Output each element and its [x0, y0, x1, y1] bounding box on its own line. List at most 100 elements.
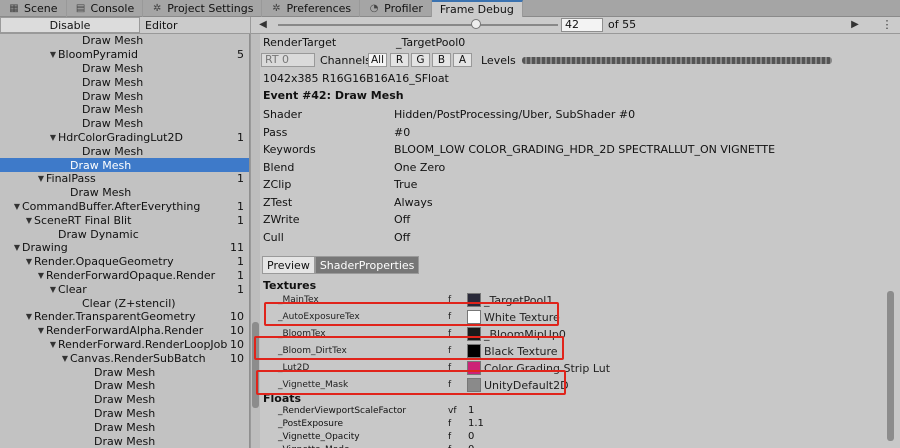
details-scrollbar[interactable]	[885, 283, 896, 448]
tree-item[interactable]: ▼ Render.TransparentGeometry 10	[0, 310, 249, 324]
texture-thumbnail[interactable]	[467, 361, 481, 375]
property-value: Off	[394, 230, 411, 244]
property-key: ZTest	[263, 195, 293, 209]
tree-item-label: CommandBuffer.AfterEverything	[22, 199, 201, 213]
tab-project-settings[interactable]: ✲ Project Settings	[143, 0, 263, 17]
tree-item[interactable]: Draw Mesh	[0, 420, 249, 434]
tree-item[interactable]: ▼ FinalPass 1	[0, 172, 249, 186]
event-count-label: of 55	[608, 18, 637, 31]
expand-arrow-icon[interactable]: ▼	[12, 243, 22, 252]
expand-arrow-icon[interactable]: ▼	[36, 271, 46, 280]
tree-item[interactable]: Draw Mesh	[0, 365, 249, 379]
tree-item[interactable]: Draw Mesh	[0, 186, 249, 200]
event-slider[interactable]	[278, 24, 558, 26]
tree-item[interactable]: ▼ Clear 1	[0, 282, 249, 296]
tab-shader-properties[interactable]: ShaderProperties	[314, 256, 420, 274]
property-row: ZClip True	[263, 176, 883, 194]
channel-b-button[interactable]: B	[432, 53, 451, 67]
tab-profiler[interactable]: ◔ Profiler	[360, 0, 432, 17]
tree-item[interactable]: Draw Mesh	[0, 61, 249, 76]
tree-item[interactable]: Draw Mesh	[0, 75, 249, 89]
tab-preview[interactable]: Preview	[262, 256, 315, 274]
property-value: Hidden/PostProcessing/Uber, SubShader #0	[394, 108, 636, 122]
tree-item[interactable]: Draw Mesh	[0, 434, 249, 448]
tab-frame-debug[interactable]: Frame Debug	[431, 0, 523, 17]
tree-item-label: RenderForward.RenderLoopJob	[58, 337, 228, 351]
details-scrollbar-thumb[interactable]	[887, 291, 894, 441]
tree-item[interactable]: Draw Mesh	[0, 103, 249, 117]
tab-preferences[interactable]: ✲ Preferences	[262, 0, 361, 17]
expand-arrow-icon[interactable]: ▼	[48, 285, 58, 294]
channel-a-button[interactable]: A	[453, 53, 472, 67]
previous-event-icon[interactable]: ◀	[256, 18, 270, 32]
tab-console[interactable]: ▤ Console	[67, 0, 144, 17]
tree-item[interactable]: ▼ RenderForward.RenderLoopJob 10	[0, 337, 249, 352]
tree-item[interactable]: ▼ RenderForwardAlpha.Render 10	[0, 324, 249, 338]
expand-arrow-icon[interactable]: ▼	[36, 326, 46, 335]
expand-arrow-icon[interactable]: ▼	[60, 354, 70, 363]
texture-name: _BloomTex	[278, 329, 326, 339]
texture-type: f	[448, 329, 452, 339]
tree-item[interactable]: ▼ Drawing 11	[0, 241, 249, 255]
texture-thumbnail[interactable]	[467, 310, 481, 324]
menu-icon[interactable]: ⋮	[880, 18, 894, 32]
property-value: BLOOM_LOW COLOR_GRADING_HDR_2D SPECTRALL…	[394, 143, 776, 157]
tree-item-label: Draw Mesh	[82, 89, 144, 103]
tree-item[interactable]: Draw Mesh	[0, 34, 249, 48]
float-value: 0	[468, 444, 474, 448]
tree-item[interactable]: ▼ SceneRT Final Blit 1	[0, 213, 249, 227]
tree-item[interactable]: Draw Mesh	[0, 407, 249, 421]
texture-thumbnail[interactable]	[467, 378, 481, 392]
tree-item[interactable]: Draw Mesh	[0, 158, 249, 172]
tree-item-label: Render.TransparentGeometry	[34, 310, 196, 324]
rt-select-dropdown[interactable]: RT 0	[261, 53, 315, 67]
expand-arrow-icon[interactable]: ▼	[24, 216, 34, 225]
channel-all-button[interactable]: All	[368, 53, 387, 67]
tree-item[interactable]: ▼ Render.OpaqueGeometry 1	[0, 255, 249, 269]
textures-header: Textures	[263, 279, 317, 292]
target-dropdown[interactable]: Editor	[145, 17, 248, 33]
expand-arrow-icon[interactable]: ▼	[24, 312, 34, 321]
levels-slider[interactable]	[522, 57, 832, 64]
tree-item[interactable]: Clear (Z+stencil)	[0, 296, 249, 310]
expand-arrow-icon[interactable]: ▼	[24, 257, 34, 266]
tab-label: Frame Debug	[439, 3, 514, 16]
tree-item[interactable]: ▼ HdrColorGradingLut2D 1	[0, 131, 249, 145]
tree-item[interactable]: ▼ BloomPyramid 5	[0, 48, 249, 62]
channel-r-button[interactable]: R	[390, 53, 409, 67]
event-index-field[interactable]: 42	[561, 18, 603, 32]
next-event-icon[interactable]: ▶	[848, 18, 862, 32]
disable-button[interactable]: Disable	[0, 17, 140, 33]
tree-scrollbar[interactable]	[250, 34, 260, 448]
texture-thumbnail[interactable]	[467, 344, 481, 358]
tree-item-count: 5	[237, 48, 244, 62]
tree-item-label: Draw Mesh	[94, 365, 156, 379]
toolbar: Disable Editor ◀ 42 of 55 ▶ ⋮	[0, 17, 900, 34]
texture-thumbnail[interactable]	[467, 293, 481, 307]
channel-g-button[interactable]: G	[411, 53, 430, 67]
expand-arrow-icon[interactable]: ▼	[48, 133, 58, 142]
texture-thumbnail[interactable]	[467, 327, 481, 341]
expand-arrow-icon[interactable]: ▼	[36, 174, 46, 183]
tree-item[interactable]: ▼ Canvas.RenderSubBatch 10	[0, 351, 249, 365]
tree-item[interactable]: Draw Dynamic	[0, 227, 249, 241]
tree-item[interactable]: ▼ CommandBuffer.AfterEverything 1	[0, 199, 249, 214]
tree-item[interactable]: Draw Mesh	[0, 89, 249, 103]
tree-item[interactable]: Draw Mesh	[0, 379, 249, 393]
tree-item-label: Draw Mesh	[82, 61, 144, 75]
expand-arrow-icon[interactable]: ▼	[12, 202, 22, 211]
tab-scene[interactable]: ▦ Scene	[0, 0, 67, 17]
render-target-value: _TargetPool0	[396, 36, 466, 49]
expand-arrow-icon[interactable]: ▼	[48, 50, 58, 59]
frame-debugger-window: ▦ Scene ▤ Console ✲ Project Settings ✲ Preferen…	[0, 0, 900, 448]
tree-scrollbar-thumb[interactable]	[252, 322, 259, 408]
tree-item[interactable]: ▼ RenderForwardOpaque.Render 1	[0, 269, 249, 283]
tree-item[interactable]: Draw Mesh	[0, 117, 249, 131]
texture-name: _Bloom_DirtTex	[278, 346, 347, 356]
tree-item[interactable]: Draw Mesh	[0, 144, 249, 158]
tree-item-label: Draw Mesh	[94, 420, 156, 434]
event-slider-thumb[interactable]	[470, 19, 481, 29]
tree-item[interactable]: Draw Mesh	[0, 393, 249, 407]
tree-item-count: 1	[237, 255, 244, 269]
expand-arrow-icon[interactable]: ▼	[48, 340, 58, 349]
